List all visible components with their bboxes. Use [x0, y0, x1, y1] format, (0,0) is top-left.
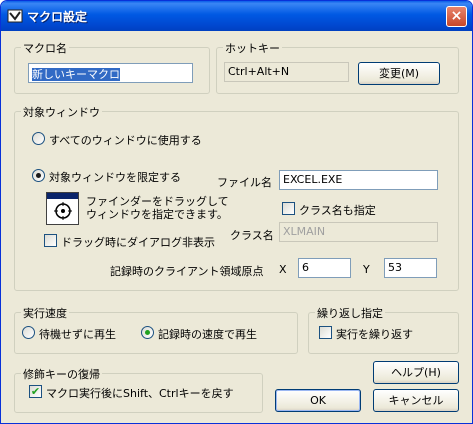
modifier-checkbox-label: マクロ実行後にShift、Ctrlキーを戻す — [46, 387, 234, 400]
radio-no-wait[interactable] — [22, 326, 35, 339]
ok-button[interactable]: OK — [275, 389, 361, 412]
repeat-checkbox-label: 実行を繰り返す — [336, 328, 413, 341]
cancel-button[interactable]: キャンセル — [373, 389, 459, 412]
macro-app-icon — [7, 9, 23, 23]
x-label: X — [279, 263, 287, 276]
origin-label: 記録時のクライアント領域原点 — [110, 265, 264, 278]
crosshair-icon — [54, 202, 72, 220]
title-bar[interactable]: マクロ設定 × — [1, 1, 472, 31]
filename-value: EXCEL.EXE — [283, 173, 343, 186]
radio-limit-window[interactable] — [32, 169, 45, 182]
filename-input[interactable]: EXCEL.EXE — [279, 170, 438, 190]
window-title: マクロ設定 — [27, 10, 88, 24]
radio-recorded-speed[interactable] — [141, 326, 154, 339]
close-button[interactable]: × — [446, 6, 467, 27]
repeat-legend: 繰り返し指定 — [315, 305, 385, 321]
radio-all-windows-label: すべてのウィンドウに使用する — [49, 134, 202, 147]
repeat-checkbox[interactable] — [319, 326, 332, 339]
y-value: 53 — [388, 261, 402, 274]
hotkey-value: Ctrl+Alt+N — [228, 65, 290, 78]
finder-text-line2: ウィンドウを指定できます。 — [86, 208, 228, 221]
speed-legend: 実行速度 — [21, 305, 69, 321]
macro-settings-dialog: マクロ設定 × マクロ名 新しいキーマクロ ホットキー Ctrl+Alt+N 変… — [0, 0, 473, 424]
radio-no-wait-label: 待機せずに再生 — [39, 328, 116, 341]
finder-titlebar — [47, 193, 78, 199]
filename-label: ファイル名 — [217, 176, 272, 189]
help-button[interactable]: ヘルプ(H) — [373, 361, 459, 384]
hotkey-field: Ctrl+Alt+N — [224, 62, 349, 82]
modifier-checkbox[interactable]: ✔ — [29, 385, 42, 398]
macro-name-legend: マクロ名 — [21, 40, 69, 56]
hotkey-legend: ホットキー — [223, 40, 282, 56]
macro-name-value: 新しいキーマクロ — [32, 68, 120, 81]
radio-all-windows[interactable] — [32, 132, 45, 145]
radio-recorded-speed-label: 記録時の速度で再生 — [158, 328, 257, 341]
x-input[interactable]: 6 — [298, 258, 351, 278]
y-input[interactable]: 53 — [384, 258, 437, 278]
target-window-legend: 対象ウィンドウ — [21, 104, 102, 120]
no-dialog-checkbox-label: ドラッグ時にダイアログ非表示 — [61, 236, 215, 249]
window-finder[interactable] — [46, 192, 79, 225]
x-value: 6 — [302, 261, 309, 274]
y-label: Y — [363, 263, 370, 276]
modifier-legend: 修飾キーの復帰 — [21, 366, 102, 382]
change-hotkey-button[interactable]: 変更(M) — [358, 62, 440, 85]
macro-name-input[interactable]: 新しいキーマクロ — [28, 63, 193, 83]
classname-value: XLMAIN — [283, 225, 326, 238]
class-name-checkbox-label: クラス名も指定 — [299, 204, 376, 217]
class-name-checkbox[interactable] — [282, 202, 295, 215]
radio-limit-window-label: 対象ウィンドウを限定する — [49, 171, 181, 184]
classname-input: XLMAIN — [279, 222, 438, 242]
classname-label: クラス名 — [230, 229, 274, 242]
no-dialog-checkbox[interactable] — [44, 234, 57, 247]
